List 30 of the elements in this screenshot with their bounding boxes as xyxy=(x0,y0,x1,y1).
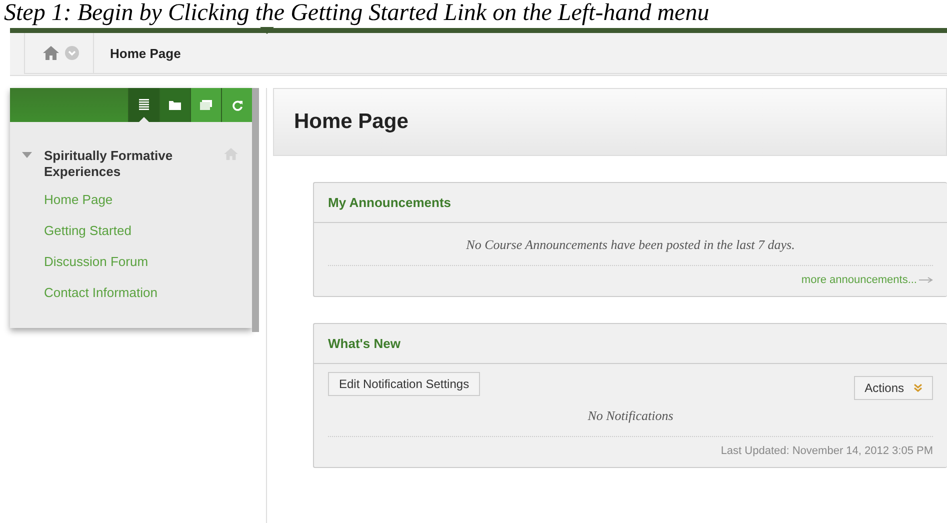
announcement-message: No Course Announcements have been posted in the last 7 days. xyxy=(466,236,795,254)
refresh-tool-button[interactable] xyxy=(221,88,252,122)
scrollbar[interactable] xyxy=(252,88,259,332)
last-updated-text: Last Updated: November 14, 2012 3:05 PM xyxy=(720,445,933,457)
menu-link[interactable]: Discussion Forum xyxy=(44,246,148,277)
notifications-message: No Notifications xyxy=(588,407,674,425)
actions-button[interactable]: Actions xyxy=(854,376,933,400)
module-title: My Announcements xyxy=(327,194,452,212)
folder-icon xyxy=(169,100,181,110)
breadcrumb-label: Home Page xyxy=(110,46,181,60)
list-icon xyxy=(139,99,149,111)
expand-arrow-icon[interactable] xyxy=(22,152,32,158)
edit-notification-settings-button[interactable]: Edit Notification Settings xyxy=(328,372,480,396)
window-tool-button[interactable] xyxy=(190,88,221,122)
caption-text: Step 1: Begin by Clicking the Getting Started Link on the Left-hand menu xyxy=(4,0,710,27)
menu-link[interactable]: Contact Information xyxy=(44,277,158,308)
folder-tool-button[interactable] xyxy=(159,88,190,122)
menu-link[interactable]: Getting Started xyxy=(44,215,132,246)
home-icon[interactable] xyxy=(43,46,59,60)
chevron-down-icon[interactable] xyxy=(65,46,79,60)
course-title: Spiritually Formative Experiences xyxy=(44,148,174,180)
refresh-icon xyxy=(232,100,242,110)
menu-link[interactable]: Home Page xyxy=(44,184,113,215)
page-title: Home Page xyxy=(294,110,408,134)
list-tool-button[interactable] xyxy=(128,88,159,122)
arrow-right-icon xyxy=(919,277,933,283)
windows-icon xyxy=(200,100,212,110)
more-announcements-link[interactable]: more announcements... xyxy=(801,274,917,286)
module-title: What's New xyxy=(327,335,402,353)
double-chevron-icon xyxy=(914,384,922,392)
